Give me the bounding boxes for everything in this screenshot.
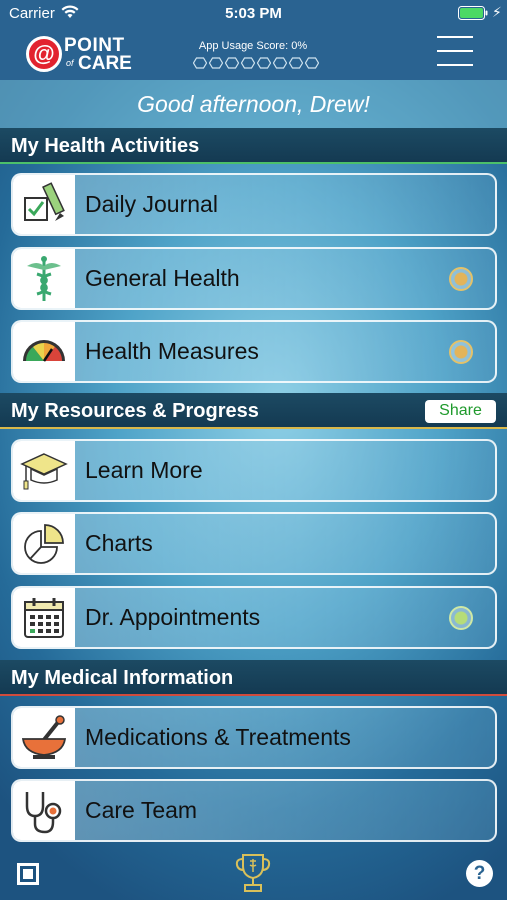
square-stop-icon[interactable] (17, 863, 39, 885)
section-health-activities: My Health Activities (0, 128, 507, 164)
status-indicator-dot (449, 340, 473, 364)
dr-appointments-button[interactable]: Dr. Appointments (11, 586, 497, 649)
row-label: Learn More (85, 457, 203, 483)
row-label: Dr. Appointments (85, 604, 261, 630)
row-label: Daily Journal (85, 191, 218, 217)
app-header: @ POINT of CARE App Usage Score: 0% (0, 28, 507, 80)
general-health-button[interactable]: General Health (11, 247, 497, 310)
row-label: Medications & Treatments (85, 724, 351, 750)
usage-score-hexagons (193, 57, 319, 69)
section-resources-progress: My Resources & Progress Share (0, 393, 507, 429)
usage-hexagon-icon (193, 57, 207, 69)
menu-line-icon (437, 50, 473, 52)
usage-hexagon-icon (289, 57, 303, 69)
logo-of-text: of (66, 58, 74, 68)
bottom-toolbar: ? (0, 846, 507, 900)
status-indicator-dot (449, 267, 473, 291)
menu-line-icon (437, 36, 473, 38)
medications-treatments-button[interactable]: Medications & Treatments (11, 706, 497, 769)
usage-score-label: App Usage Score: 0% (198, 40, 308, 52)
usage-hexagon-icon (257, 57, 271, 69)
share-button[interactable]: Share (425, 400, 496, 423)
point-of-care-logo: @ POINT of CARE (26, 35, 134, 74)
greeting-banner: Good afternoon, Drew! (0, 80, 507, 128)
learn-more-button[interactable]: Learn More (11, 439, 497, 502)
menu-line-icon (437, 64, 473, 66)
battery-icon (458, 6, 488, 20)
status-bar: Carrier 5:03 PM ⚡ (0, 0, 507, 28)
section-title: My Health Activities (11, 135, 200, 157)
usage-hexagon-icon (241, 57, 255, 69)
row-label: Care Team (85, 797, 198, 823)
row-label: Health Measures (85, 338, 259, 364)
charts-button[interactable]: Charts (11, 512, 497, 575)
row-label: General Health (85, 265, 240, 291)
journal-icon (13, 175, 75, 234)
health-measures-button[interactable]: Health Measures (11, 320, 497, 383)
daily-journal-button[interactable]: Daily Journal (11, 173, 497, 236)
gauge-icon (13, 322, 75, 381)
usage-hexagon-icon (305, 57, 319, 69)
usage-hexagon-icon (225, 57, 239, 69)
pie-chart-icon (13, 514, 75, 573)
graduation-cap-icon (13, 441, 75, 500)
help-button[interactable]: ? (466, 860, 493, 887)
status-indicator-dot (449, 606, 473, 630)
caduceus-icon (13, 249, 75, 308)
logo-care-text: CARE (78, 53, 132, 74)
section-medical-information: My Medical Information (0, 660, 507, 696)
usage-hexagon-icon (273, 57, 287, 69)
clock-time: 5:03 PM (225, 5, 282, 22)
section-title: My Resources & Progress (11, 400, 259, 422)
section-title: My Medical Information (11, 667, 234, 689)
charging-bolt-icon: ⚡ (492, 4, 502, 20)
calendar-icon (13, 588, 75, 647)
usage-hexagon-icon (209, 57, 223, 69)
mortar-pestle-icon (13, 708, 75, 767)
logo-at-mark: @ (26, 36, 62, 72)
row-label: Charts (85, 530, 153, 556)
hamburger-menu-button[interactable] (437, 36, 473, 68)
care-team-button[interactable]: Care Team (11, 779, 497, 842)
trophy-icon[interactable] (233, 852, 273, 894)
stethoscope-icon (13, 781, 75, 840)
